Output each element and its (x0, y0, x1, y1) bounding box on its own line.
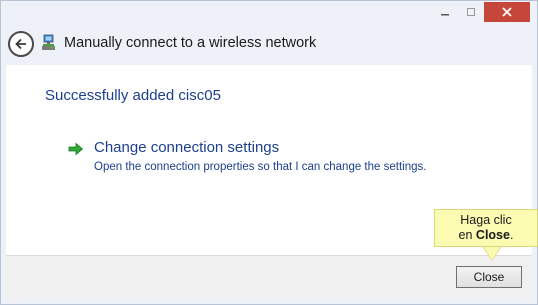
back-button[interactable] (8, 31, 34, 57)
dialog-window: Manually connect to a wireless network S… (0, 0, 538, 305)
close-button[interactable]: Close (456, 266, 522, 288)
instruction-callout: Haga clic en Close. (434, 209, 538, 247)
change-connection-settings-link[interactable]: Change connection settings (94, 139, 279, 156)
callout-close-keyword: Close (475, 228, 510, 242)
back-arrow-icon (15, 38, 26, 50)
maximize-icon (467, 8, 475, 16)
window-close-button[interactable] (484, 2, 530, 22)
window-title: Manually connect to a wireless network (64, 35, 317, 51)
maximize-button[interactable] (458, 2, 484, 22)
minimize-button[interactable] (432, 2, 458, 22)
callout-tail (483, 246, 501, 260)
title-bar (1, 1, 537, 27)
callout-line-2: en Close. (435, 228, 537, 243)
minimize-icon (441, 14, 449, 16)
dialog-footer: Close (6, 255, 532, 299)
caption-buttons (432, 2, 530, 22)
callout-line-2-prefix: en (458, 228, 476, 242)
close-icon (502, 7, 512, 17)
callout-line-2-suffix: . (509, 228, 514, 242)
link-description: Open the connection properties so that I… (94, 161, 427, 173)
green-arrow-icon (68, 142, 84, 156)
success-message: Successfully added cisc05 (45, 87, 221, 104)
wireless-network-icon (42, 34, 55, 50)
callout-line-1: Haga clic (460, 213, 512, 227)
dialog-header: Manually connect to a wireless network (1, 27, 537, 65)
